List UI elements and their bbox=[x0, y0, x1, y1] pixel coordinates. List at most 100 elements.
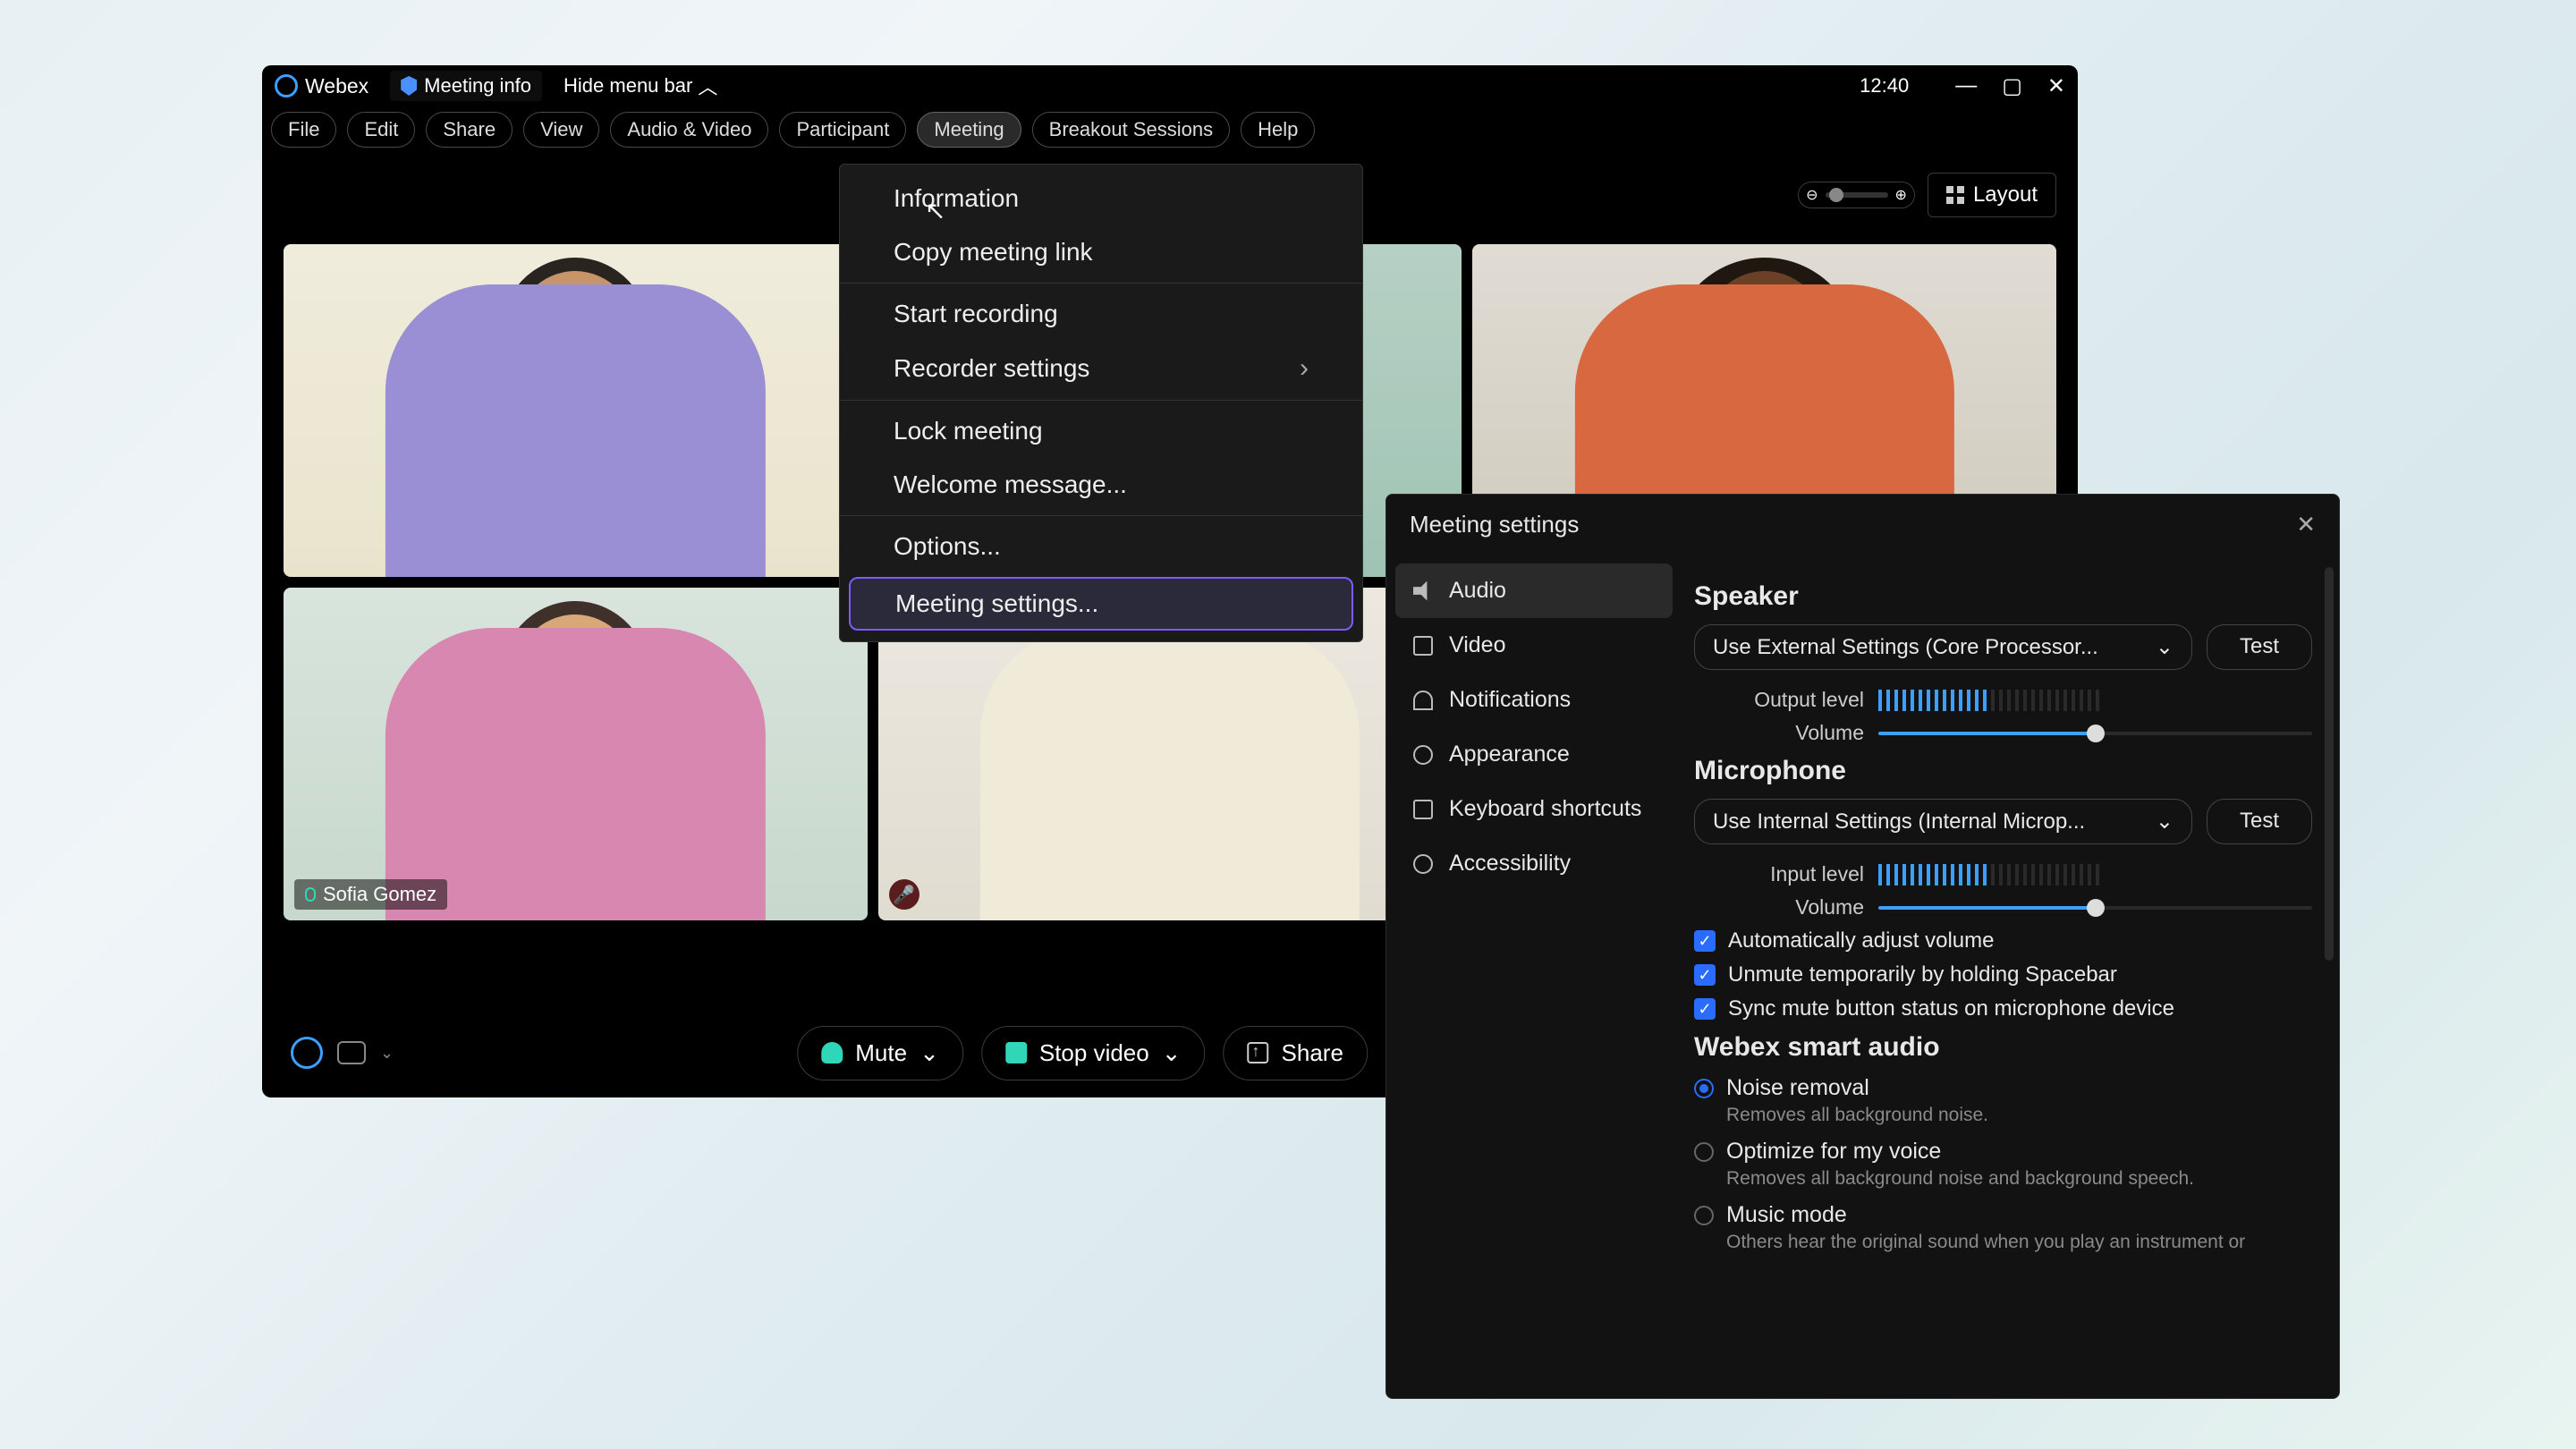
radio-icon bbox=[1694, 1079, 1714, 1098]
muted-icon: 🎤 bbox=[889, 879, 919, 910]
chevron-down-icon[interactable]: ⌄ bbox=[919, 1039, 939, 1067]
video-tile-self[interactable]: Sofia Gomez bbox=[284, 588, 868, 920]
radio-optimize-for-my-voice[interactable]: Optimize for my voice bbox=[1694, 1139, 2312, 1165]
acc-icon bbox=[1413, 854, 1433, 874]
titlebar: Webex Meeting info Hide menu bar ︿ 12:40… bbox=[262, 65, 2078, 106]
app-logo: Webex bbox=[275, 74, 369, 98]
chevron-up-icon: ︿ bbox=[698, 72, 717, 100]
shield-icon bbox=[401, 76, 417, 96]
meeting-settings-dialog: Meeting settings ✕ Audio Video Notificatio… bbox=[1385, 494, 2340, 1399]
checkbox-icon: ✓ bbox=[1694, 930, 1716, 952]
menu-item-copy-meeting-link[interactable]: Copy meeting link bbox=[840, 225, 1362, 279]
smart-audio-heading: Webex smart audio bbox=[1694, 1032, 2312, 1063]
maximize-button[interactable]: ▢ bbox=[2002, 73, 2022, 99]
menu-meeting[interactable]: Meeting bbox=[917, 112, 1021, 148]
meeting-info-label: Meeting info bbox=[424, 74, 531, 97]
speaker-icon bbox=[1413, 581, 1433, 601]
radio-icon bbox=[1694, 1142, 1714, 1162]
chevron-down-icon: ⌄ bbox=[2156, 809, 2174, 835]
menu-audio-video[interactable]: Audio & Video bbox=[610, 112, 768, 148]
mic-test-button[interactable]: Test bbox=[2207, 799, 2312, 844]
settings-nav-audio[interactable]: Audio bbox=[1395, 564, 1673, 618]
radio-label: Music mode bbox=[1726, 1202, 1847, 1228]
radio-icon bbox=[1694, 1206, 1714, 1225]
checkbox-row[interactable]: ✓Automatically adjust volume bbox=[1694, 928, 2312, 953]
mute-label: Mute bbox=[855, 1039, 907, 1067]
radio-description: Removes all background noise and backgro… bbox=[1726, 1168, 2312, 1190]
mic-input-meter bbox=[1878, 864, 2312, 886]
meeting-info-button[interactable]: Meeting info bbox=[390, 71, 542, 101]
radio-description: Others hear the original sound when you … bbox=[1726, 1232, 2312, 1253]
settings-nav: Audio Video Notifications Appearance Keyboar… bbox=[1386, 555, 1682, 1398]
mic-device-value: Use Internal Settings (Internal Microp..… bbox=[1713, 809, 2085, 835]
settings-title: Meeting settings bbox=[1410, 511, 1579, 538]
menubar: File Edit Share View Audio & Video Participan… bbox=[262, 106, 2078, 153]
settings-nav-label: Keyboard shortcuts bbox=[1449, 796, 1641, 822]
grid-icon bbox=[1946, 186, 1964, 204]
layout-label: Layout bbox=[1973, 182, 2038, 208]
settings-nav-label: Appearance bbox=[1449, 741, 1570, 767]
settings-nav-notifications[interactable]: Notifications bbox=[1395, 673, 1673, 727]
hide-menu-bar-button[interactable]: Hide menu bar ︿ bbox=[564, 72, 717, 100]
menu-item-information[interactable]: Information bbox=[840, 172, 1362, 225]
video-tile[interactable] bbox=[284, 244, 868, 577]
meeting-menu-dropdown: InformationCopy meeting link Start record… bbox=[839, 164, 1363, 642]
share-button[interactable]: Share bbox=[1224, 1026, 1368, 1080]
settings-nav-label: Accessibility bbox=[1449, 851, 1571, 877]
settings-nav-label: Audio bbox=[1449, 578, 1506, 604]
mic-volume-slider[interactable] bbox=[1878, 906, 2312, 910]
app-name: Webex bbox=[305, 74, 369, 98]
checkbox-row[interactable]: ✓Sync mute button status on microphone d… bbox=[1694, 996, 2312, 1021]
zoom-slider[interactable] bbox=[1826, 192, 1888, 198]
scrollbar[interactable] bbox=[2325, 567, 2334, 961]
speaker-volume-slider[interactable] bbox=[1878, 732, 2312, 735]
settings-titlebar: Meeting settings ✕ bbox=[1386, 495, 2339, 555]
menu-breakout-sessions[interactable]: Breakout Sessions bbox=[1032, 112, 1230, 148]
window-controls: — ▢ ✕ bbox=[1955, 73, 2065, 99]
participant-name-tag: Sofia Gomez bbox=[294, 879, 447, 910]
zoom-out-icon[interactable]: ⊖ bbox=[1806, 186, 1818, 204]
settings-nav-video[interactable]: Video bbox=[1395, 618, 1673, 673]
menu-item-welcome-message[interactable]: Welcome message... bbox=[840, 458, 1362, 512]
menu-item-start-recording[interactable]: Start recording bbox=[840, 287, 1362, 341]
checkbox-icon: ✓ bbox=[1694, 964, 1716, 986]
menu-help[interactable]: Help bbox=[1241, 112, 1315, 148]
profile-button[interactable] bbox=[291, 1037, 323, 1069]
settings-nav-label: Notifications bbox=[1449, 687, 1571, 713]
speaker-device-select[interactable]: Use External Settings (Core Processor...… bbox=[1694, 624, 2192, 670]
menu-view[interactable]: View bbox=[523, 112, 599, 148]
settings-nav-appearance[interactable]: Appearance bbox=[1395, 727, 1673, 782]
settings-nav-keyboard-shortcuts[interactable]: Keyboard shortcuts bbox=[1395, 782, 1673, 836]
chat-button[interactable] bbox=[337, 1041, 366, 1064]
menu-file[interactable]: File bbox=[271, 112, 336, 148]
minimize-button[interactable]: — bbox=[1955, 73, 1977, 99]
menu-edit[interactable]: Edit bbox=[347, 112, 415, 148]
zoom-control[interactable]: ⊖ ⊕ bbox=[1798, 182, 1915, 208]
menu-participant[interactable]: Participant bbox=[779, 112, 906, 148]
chevron-down-icon[interactable]: ⌄ bbox=[1162, 1039, 1182, 1067]
zoom-in-icon[interactable]: ⊕ bbox=[1895, 186, 1907, 204]
eye-icon bbox=[1413, 745, 1433, 765]
kb-icon bbox=[1413, 800, 1433, 819]
speaker-test-button[interactable]: Test bbox=[2207, 624, 2312, 670]
settings-nav-accessibility[interactable]: Accessibility bbox=[1395, 836, 1673, 891]
checkbox-label: Unmute temporarily by holding Spacebar bbox=[1728, 962, 2117, 987]
mic-device-select[interactable]: Use Internal Settings (Internal Microp..… bbox=[1694, 799, 2192, 844]
menu-item-meeting-settings[interactable]: Meeting settings... bbox=[849, 577, 1353, 631]
checkbox-row[interactable]: ✓ Unmute temporarily by holding Spacebar bbox=[1694, 962, 2312, 987]
radio-noise-removal[interactable]: Noise removal bbox=[1694, 1075, 2312, 1101]
mic-icon bbox=[305, 887, 316, 902]
stop-video-button[interactable]: Stop video ⌄ bbox=[981, 1026, 1206, 1080]
speaker-heading: Speaker bbox=[1694, 581, 2312, 612]
menu-item-options[interactable]: Options... bbox=[840, 520, 1362, 573]
mute-button[interactable]: Mute ⌄ bbox=[797, 1026, 963, 1080]
close-button[interactable]: ✕ bbox=[2047, 73, 2065, 99]
menu-item-lock-meeting[interactable]: Lock meeting bbox=[840, 404, 1362, 458]
menu-share[interactable]: Share bbox=[426, 112, 513, 148]
layout-button[interactable]: Layout bbox=[1928, 173, 2056, 217]
menu-item-recorder-settings[interactable]: Recorder settings bbox=[840, 341, 1362, 396]
radio-music-mode[interactable]: Music mode bbox=[1694, 1202, 2312, 1228]
chevron-down-icon[interactable]: ⌄ bbox=[380, 1044, 394, 1063]
camera-icon bbox=[1005, 1042, 1027, 1063]
settings-close-button[interactable]: ✕ bbox=[2296, 511, 2316, 538]
